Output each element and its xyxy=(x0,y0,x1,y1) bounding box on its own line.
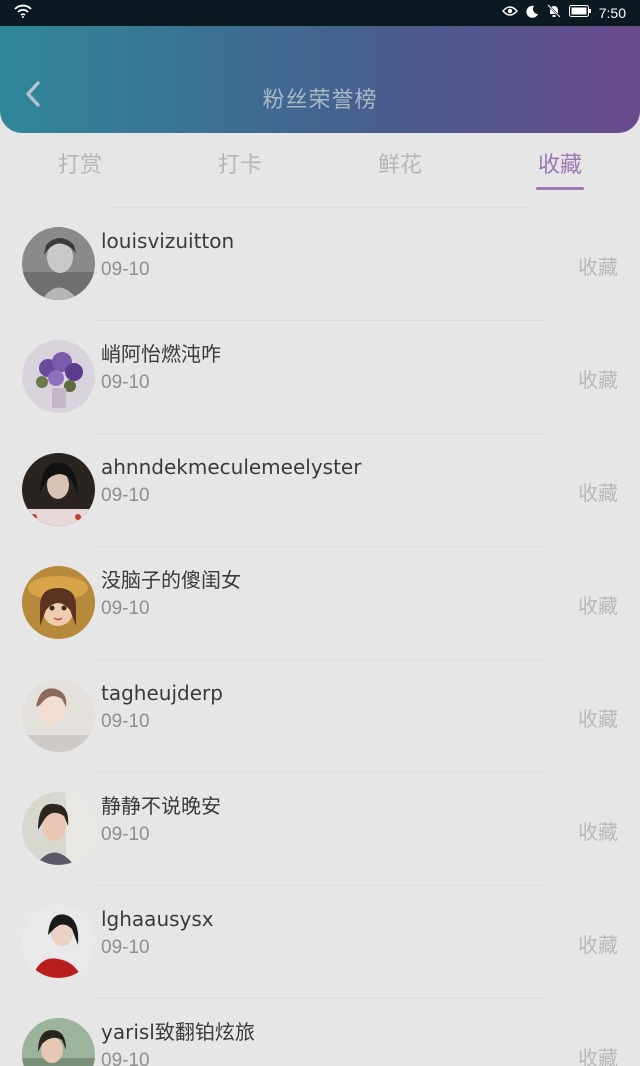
eye-icon xyxy=(501,5,518,21)
battery-icon xyxy=(568,5,591,21)
list-item[interactable]: yarisl致翻铂炫旅 09-10 收藏 xyxy=(0,999,640,1066)
fan-name: yarisl致翻铂炫旅 xyxy=(101,1020,255,1044)
tab-reward[interactable]: 打赏 xyxy=(0,133,160,195)
fan-date: 09-10 xyxy=(101,711,150,732)
list-item-text: louisvizuitton 09-10 xyxy=(101,228,234,283)
avatar[interactable] xyxy=(22,340,95,413)
fan-name: lghaausysx xyxy=(101,907,214,931)
active-tab-indicator xyxy=(536,187,584,190)
avatar[interactable] xyxy=(22,792,95,865)
status-bar: 7:50 xyxy=(0,0,640,26)
list-item[interactable]: 静静不说晚安 09-10 收藏 xyxy=(0,773,640,886)
favorite-label: 收藏 xyxy=(578,368,618,392)
avatar[interactable] xyxy=(22,453,95,526)
tab-checkin[interactable]: 打卡 xyxy=(160,133,320,195)
list-item-text: tagheujderp 09-10 xyxy=(101,680,223,735)
list-item-text: 峭阿怡燃沌咋 09-10 xyxy=(101,341,221,396)
list-item-text: ahnndekmeculemeelyster 09-10 xyxy=(101,454,361,509)
fan-name: ahnndekmeculemeelyster xyxy=(101,455,362,479)
avatar[interactable] xyxy=(22,227,95,300)
list-item-text: yarisl致翻铂炫旅 09-10 xyxy=(101,1019,255,1066)
list-item[interactable]: 没脑子的傻闺女 09-10 收藏 xyxy=(0,547,640,660)
tab-label: 鲜花 xyxy=(377,153,422,178)
fan-date: 09-10 xyxy=(101,259,150,280)
status-time: 7:50 xyxy=(598,5,626,21)
tab-label: 收藏 xyxy=(537,153,582,178)
fan-date: 09-10 xyxy=(101,937,150,958)
list-item-text: 静静不说晚安 09-10 xyxy=(101,793,221,848)
header: 粉丝荣誉榜 xyxy=(0,26,640,133)
tab-flowers[interactable]: 鲜花 xyxy=(320,133,480,195)
wifi-icon xyxy=(14,4,32,22)
fan-name: 没脑子的傻闺女 xyxy=(101,568,241,592)
fan-date: 09-10 xyxy=(101,485,150,506)
list-item-text: lghaausysx 09-10 xyxy=(101,906,214,961)
favorite-label: 收藏 xyxy=(578,594,618,618)
favorite-label: 收藏 xyxy=(578,707,618,731)
fan-name: 静静不说晚安 xyxy=(101,794,221,818)
avatar[interactable] xyxy=(22,1018,95,1066)
list-item-text: 没脑子的傻闺女 09-10 xyxy=(101,567,241,622)
avatar[interactable] xyxy=(22,679,95,752)
list-item[interactable]: tagheujderp 09-10 收藏 xyxy=(0,660,640,773)
favorite-label: 收藏 xyxy=(578,933,618,957)
favorite-label: 收藏 xyxy=(578,1046,618,1066)
page-title: 粉丝荣誉榜 xyxy=(262,88,378,113)
status-left xyxy=(14,4,32,22)
fan-date: 09-10 xyxy=(101,1050,150,1066)
status-right: 7:50 xyxy=(501,4,626,22)
fan-name: louisvizuitton xyxy=(101,229,235,253)
avatar[interactable] xyxy=(22,566,95,639)
tab-label: 打赏 xyxy=(57,153,102,178)
fan-date: 09-10 xyxy=(101,372,150,393)
tab-label: 打卡 xyxy=(217,153,262,178)
screen: 7:50 粉丝荣誉榜 打赏 打卡 鲜花 收藏 louisvizuitton 09… xyxy=(0,0,640,1066)
fan-name: 峭阿怡燃沌咋 xyxy=(101,342,221,366)
fan-list: louisvizuitton 09-10 收藏 峭阿怡燃沌咋 09-10 收藏 … xyxy=(0,207,640,1066)
list-item[interactable]: lghaausysx 09-10 收藏 xyxy=(0,886,640,999)
fan-date: 09-10 xyxy=(101,824,150,845)
tab-favorites[interactable]: 收藏 xyxy=(480,133,640,195)
fan-name: tagheujderp xyxy=(101,681,223,705)
favorite-label: 收藏 xyxy=(578,255,618,279)
favorite-label: 收藏 xyxy=(578,481,618,505)
moon-icon xyxy=(526,5,539,22)
list-item[interactable]: 峭阿怡燃沌咋 09-10 收藏 xyxy=(0,321,640,434)
tab-bar: 打赏 打卡 鲜花 收藏 xyxy=(0,133,640,195)
favorite-label: 收藏 xyxy=(578,820,618,844)
mute-bell-icon xyxy=(547,4,561,22)
fan-date: 09-10 xyxy=(101,598,150,619)
list-item[interactable]: ahnndekmeculemeelyster 09-10 收藏 xyxy=(0,434,640,547)
list-item[interactable]: louisvizuitton 09-10 收藏 xyxy=(0,208,640,321)
avatar[interactable] xyxy=(22,905,95,978)
